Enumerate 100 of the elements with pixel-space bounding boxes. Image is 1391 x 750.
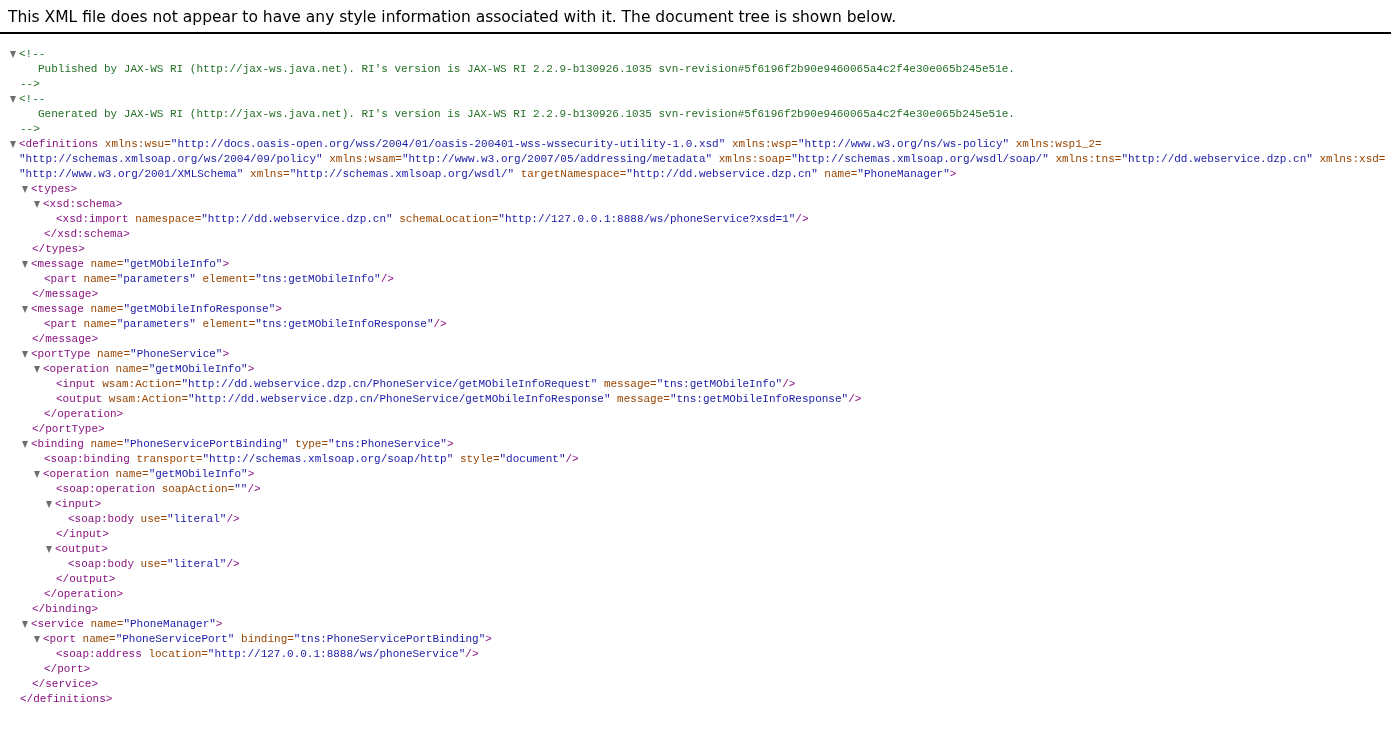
attribute-name: xmlns:wsp= xyxy=(731,137,798,152)
attribute-value: "tns:PhoneService" xyxy=(328,437,447,452)
disclosure-triangle-icon[interactable] xyxy=(22,351,28,358)
element-tag: <input xyxy=(55,497,95,512)
closing-tag: </operation> xyxy=(44,587,124,602)
attribute-value: "getMObileInfoResponse" xyxy=(123,302,276,317)
element-tag: <operation xyxy=(43,362,109,377)
tag-bracket: /> xyxy=(465,647,479,662)
attribute-name: xmlns:soap= xyxy=(718,152,792,167)
disclosure-triangle-icon[interactable] xyxy=(10,141,16,148)
tag-bracket: > xyxy=(101,542,108,557)
disclosure-triangle-icon[interactable] xyxy=(34,471,40,478)
attribute-value: "http://127.0.0.1:8888/ws/phoneService" xyxy=(207,647,466,662)
disclosure-triangle-icon[interactable] xyxy=(22,441,28,448)
attribute-name: wsam:Action= xyxy=(102,377,182,392)
attribute-value: "http://schemas.xmlsoap.org/wsdl/soap/" xyxy=(791,152,1049,167)
disclosure-triangle-icon[interactable] xyxy=(22,306,28,313)
attribute-name: location= xyxy=(148,647,208,662)
element-tag: <soap:body xyxy=(68,512,134,527)
element-tag: <service xyxy=(31,617,84,632)
tag-bracket: > xyxy=(215,617,223,632)
closing-tag: </output> xyxy=(56,572,116,587)
tag-bracket: /> xyxy=(433,317,447,332)
disclosure-triangle-icon[interactable] xyxy=(34,366,40,373)
closing-tag: </portType> xyxy=(32,422,105,437)
attribute-name: name= xyxy=(82,632,116,647)
disclosure-triangle-icon[interactable] xyxy=(34,201,40,208)
tag-bracket: /> xyxy=(226,557,240,572)
closing-tag: </port> xyxy=(44,662,91,677)
attribute-name: xmlns:wsp1_2= xyxy=(1015,137,1102,152)
attribute-value: "tns:getMObileInfo" xyxy=(656,377,783,392)
disclosure-triangle-icon[interactable] xyxy=(46,546,52,553)
attribute-value: "tns:getMObileInfoResponse" xyxy=(255,317,434,332)
attribute-value: "http://dd.webservice.dzp.cn/PhoneService/getMObileInfoResponse" xyxy=(188,392,611,407)
tag-bracket: > xyxy=(70,182,78,197)
comment-text: Published by JAX-WS RI (http://jax-ws.java.net). RI's version is JAX-WS RI 2.2.9-b130926.1035 svn-revision#5f6196f2b90e9460065a4c2f4e30e065b245e51e. xyxy=(37,62,1015,77)
element-tag: <binding xyxy=(31,437,84,452)
tag-bracket: /> xyxy=(247,482,261,497)
tag-bracket: > xyxy=(94,497,102,512)
element-tag: <definitions xyxy=(19,137,99,152)
tag-bracket: /> xyxy=(848,392,862,407)
attribute-value: "" xyxy=(234,482,248,497)
attribute-value: "PhoneService" xyxy=(130,347,223,362)
attribute-value: "parameters" xyxy=(116,317,196,332)
tag-bracket: > xyxy=(222,257,230,272)
element-tag: <xsd:schema xyxy=(43,197,116,212)
attribute-value: "http://dd.webservice.dzp.cn" xyxy=(1121,152,1313,167)
disclosure-triangle-icon[interactable] xyxy=(46,501,52,508)
element-tag: <port xyxy=(43,632,76,647)
attribute-name: xmlns:wsam= xyxy=(329,152,402,167)
disclosure-triangle-icon[interactable] xyxy=(22,186,28,193)
element-tag: <soap:body xyxy=(68,557,134,572)
tag-bracket: > xyxy=(247,362,255,377)
attribute-name: use= xyxy=(140,512,167,527)
attribute-value: "getMObileInfo" xyxy=(148,362,248,377)
comment-text: Generated by JAX-WS RI (http://jax-ws.java.net). RI's version is JAX-WS RI 2.2.9-b130926.1035 svn-revision#5f6196f2b90e9460065a4c2f4e30e065b245e51e. xyxy=(37,107,1015,122)
disclosure-triangle-icon[interactable] xyxy=(34,636,40,643)
attribute-value: "PhoneServicePort" xyxy=(115,632,235,647)
element-tag: <input xyxy=(56,377,96,392)
attribute-name: use= xyxy=(140,557,167,572)
attribute-value: "PhoneServicePortBinding" xyxy=(123,437,289,452)
attribute-value: "literal" xyxy=(167,512,227,527)
attribute-value: "http://dd.webservice.dzp.cn" xyxy=(626,167,818,182)
attribute-name: namespace= xyxy=(135,212,202,227)
attribute-value: "document" xyxy=(499,452,566,467)
tag-bracket: > xyxy=(222,347,230,362)
element-tag: <xsd:import xyxy=(56,212,129,227)
attribute-name: message= xyxy=(617,392,670,407)
tag-bracket: /> xyxy=(565,452,579,467)
element-tag: <operation xyxy=(43,467,109,482)
attribute-name: name= xyxy=(83,317,117,332)
attribute-name: binding= xyxy=(241,632,294,647)
attribute-value: "getMObileInfo" xyxy=(148,467,248,482)
element-tag: <part xyxy=(44,317,77,332)
attribute-value: "http://dd.webservice.dzp.cn/PhoneService/getMObileInfoRequest" xyxy=(181,377,598,392)
element-tag: <soap:address xyxy=(56,647,142,662)
attribute-value: "http://www.w3.org/2001/XMLSchema" xyxy=(19,167,244,182)
comment-delimiter: <!-- xyxy=(19,92,46,107)
attribute-value: "http://schemas.xmlsoap.org/wsdl/" xyxy=(289,167,515,182)
attribute-name: name= xyxy=(115,467,149,482)
disclosure-triangle-icon[interactable] xyxy=(22,621,28,628)
attribute-name: targetNamespace= xyxy=(520,167,627,182)
tag-bracket: > xyxy=(275,302,282,317)
comment-delimiter: --> xyxy=(20,77,40,92)
attribute-name: name= xyxy=(90,302,124,317)
element-tag: <output xyxy=(56,392,103,407)
attribute-value: "http://docs.oasis-open.org/wss/2004/01/oasis-200401-wss-wssecurity-utility-1.0.xsd" xyxy=(170,137,726,152)
attribute-value: "getMObileInfo" xyxy=(123,257,223,272)
attribute-name: name= xyxy=(97,347,131,362)
disclosure-triangle-icon[interactable] xyxy=(10,51,16,58)
attribute-name: xmlns:tns= xyxy=(1055,152,1122,167)
attribute-value: "tns:getMObileInfoResponse" xyxy=(669,392,849,407)
disclosure-triangle-icon[interactable] xyxy=(10,96,16,103)
element-tag: <message xyxy=(31,302,84,317)
closing-tag: </service> xyxy=(32,677,98,692)
closing-tag: </operation> xyxy=(44,407,124,422)
element-tag: <portType xyxy=(31,347,91,362)
closing-tag: </message> xyxy=(32,332,98,347)
closing-tag: </message> xyxy=(32,287,98,302)
disclosure-triangle-icon[interactable] xyxy=(22,261,28,268)
